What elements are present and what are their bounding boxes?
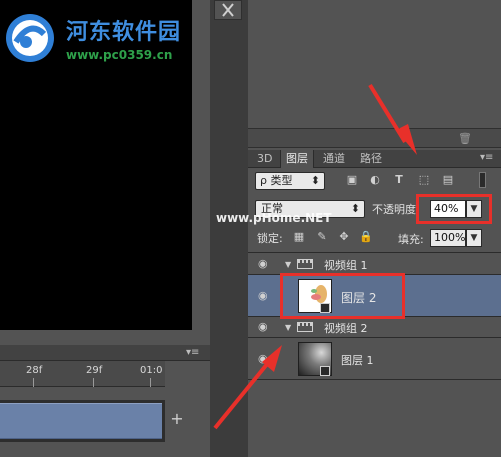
layer-name: 视频组 1: [324, 259, 368, 272]
fill-input[interactable]: 100%: [430, 229, 466, 247]
layer-name: 图层 1: [341, 354, 374, 367]
shape-filter-icon[interactable]: ⬚: [417, 173, 431, 187]
lock-all-icon[interactable]: 🔒: [359, 230, 373, 244]
tab-layers[interactable]: 图层: [280, 150, 314, 168]
timeline-tick: [150, 378, 151, 387]
timeline-tick: [33, 378, 34, 387]
timeline-clip[interactable]: [0, 403, 162, 439]
image-filter-icon[interactable]: ▣: [345, 173, 359, 187]
opacity-label: 不透明度:: [372, 203, 420, 216]
collapse-triangle-icon[interactable]: ▼: [285, 323, 291, 332]
layer-highlight-box: [280, 273, 405, 319]
lock-image-icon[interactable]: ✎: [315, 230, 329, 244]
fill-label: 填充:: [398, 233, 424, 246]
site-logo-name: 河东软件园: [66, 19, 182, 45]
layer-row-group[interactable]: ◉ ▼ 视频组 2: [248, 317, 501, 338]
panel-tabs: 3D 图层 通道 路径: [248, 150, 501, 168]
collapse-triangle-icon[interactable]: ▼: [285, 260, 291, 269]
chevron-updown-icon: ⬍: [350, 202, 360, 215]
timeline-tick-label: 28f: [26, 365, 43, 376]
type-filter-icon[interactable]: T: [392, 173, 406, 187]
smart-object-filter-icon[interactable]: ▤: [441, 173, 455, 187]
timeline-header: [0, 345, 210, 361]
timeline-tick-label: 01:0: [140, 365, 163, 376]
lock-position-icon[interactable]: ✥: [337, 230, 351, 244]
chevron-updown-icon: ⬍: [310, 174, 320, 187]
layer-filter-select[interactable]: ρ 类型 ⬍: [255, 172, 325, 190]
canvas-bottom-bar: [0, 330, 192, 345]
eye-icon[interactable]: ◉: [258, 258, 272, 269]
fill-slider-button[interactable]: ▼: [466, 229, 482, 247]
panel-menu-icon[interactable]: ▾≡: [480, 152, 498, 164]
video-group-icon: [297, 259, 313, 269]
watermark-text: www.pHome.NET: [216, 211, 332, 225]
filter-value: ρ 类型: [260, 174, 293, 187]
timeline-tick: [93, 378, 94, 387]
tab-3d[interactable]: 3D: [252, 150, 277, 168]
opacity-highlight-box: [416, 194, 492, 224]
lock-transparent-icon[interactable]: ▦: [292, 230, 306, 244]
add-media-button[interactable]: +: [166, 408, 188, 430]
lock-label: 锁定:: [257, 232, 283, 245]
timeline-tick-label: 29f: [86, 365, 103, 376]
upper-panel: [248, 0, 501, 128]
filter-toggle[interactable]: [479, 172, 486, 188]
video-layer-badge-icon: [320, 366, 330, 376]
layer-row[interactable]: ◉ 图层 1: [248, 338, 501, 380]
tools-icon[interactable]: [214, 0, 242, 20]
adjustment-filter-icon[interactable]: ◐: [368, 173, 382, 187]
site-logo-url: www.pc0359.cn: [66, 48, 173, 62]
trash-icon[interactable]: 🗑: [458, 132, 472, 145]
video-group-icon: [297, 322, 313, 332]
eye-icon[interactable]: ◉: [258, 353, 272, 364]
site-logo-icon: [6, 14, 54, 62]
layer-row-group[interactable]: ◉ ▼ 视频组 1: [248, 253, 501, 275]
panel-gap: [210, 0, 248, 457]
eye-icon[interactable]: ◉: [258, 321, 272, 332]
layer-name: 视频组 2: [324, 322, 368, 335]
tab-channels[interactable]: 通道: [318, 150, 350, 168]
timeline-menu-icon[interactable]: ▾≡: [186, 347, 206, 359]
tab-paths[interactable]: 路径: [355, 150, 387, 168]
eye-icon[interactable]: ◉: [258, 290, 272, 301]
canvas-frame: [192, 0, 210, 345]
